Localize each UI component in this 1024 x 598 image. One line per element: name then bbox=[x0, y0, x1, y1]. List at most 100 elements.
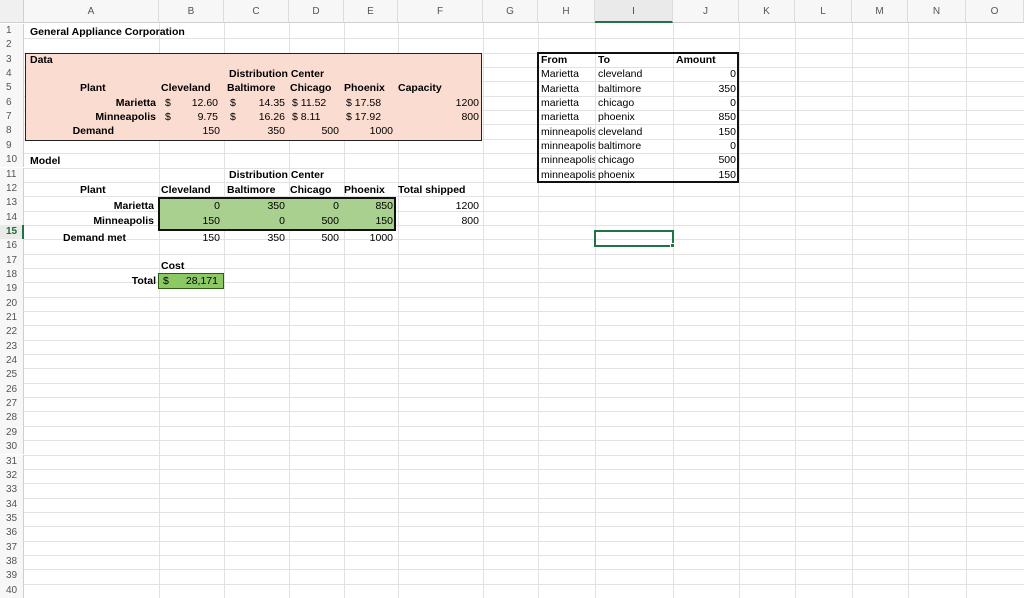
cell-j8[interactable]: 150 bbox=[676, 125, 736, 139]
cell-h4[interactable]: Marietta bbox=[541, 67, 595, 81]
row-header-3[interactable]: 3 bbox=[0, 52, 24, 68]
row-header-31[interactable]: 31 bbox=[0, 454, 24, 469]
column-header-o[interactable]: O bbox=[966, 0, 1024, 23]
cell-c14[interactable]: 0 bbox=[224, 214, 285, 228]
cell-e13[interactable]: 850 bbox=[342, 199, 393, 213]
cell-h6[interactable]: marietta bbox=[541, 96, 595, 110]
cell-j6[interactable]: 0 bbox=[676, 96, 736, 110]
cell-c5[interactable]: Baltimore bbox=[227, 81, 287, 95]
cell-a3[interactable]: Data bbox=[30, 53, 90, 67]
cell-d5[interactable]: Chicago bbox=[290, 81, 340, 95]
column-header-b[interactable]: B bbox=[159, 0, 224, 23]
column-header-k[interactable]: K bbox=[739, 0, 795, 23]
cell-a13[interactable]: Marietta bbox=[60, 199, 154, 213]
row-header-21[interactable]: 21 bbox=[0, 311, 24, 326]
cell-c15[interactable]: 350 bbox=[224, 231, 285, 245]
cell-b15[interactable]: 150 bbox=[160, 231, 220, 245]
cell-j11[interactable]: 150 bbox=[676, 168, 736, 182]
column-header-e[interactable]: E bbox=[344, 0, 398, 23]
column-header-j[interactable]: J bbox=[673, 0, 739, 23]
row-header-33[interactable]: 33 bbox=[0, 483, 24, 498]
column-header-h[interactable]: H bbox=[538, 0, 595, 23]
cell-a14[interactable]: Minneapolis bbox=[50, 214, 154, 228]
cell-e6[interactable]: $ 17.58 bbox=[346, 96, 396, 110]
row-header-34[interactable]: 34 bbox=[0, 497, 24, 512]
cell-f13[interactable]: 1200 bbox=[420, 199, 479, 213]
row-header-16[interactable]: 16 bbox=[0, 239, 24, 254]
row-header-19[interactable]: 19 bbox=[0, 282, 24, 297]
cell-b7[interactable]: 9.75 bbox=[176, 110, 218, 124]
cell-h7[interactable]: marietta bbox=[541, 110, 595, 124]
cell-d12[interactable]: Chicago bbox=[290, 183, 340, 197]
cell-b17[interactable]: Cost bbox=[161, 259, 221, 273]
cell-a10[interactable]: Model bbox=[30, 154, 90, 168]
column-header-c[interactable]: C bbox=[224, 0, 289, 23]
row-header-6[interactable]: 6 bbox=[0, 95, 24, 111]
cell-i11[interactable]: phoenix bbox=[598, 168, 670, 182]
row-header-2[interactable]: 2 bbox=[0, 38, 24, 53]
cell-b6[interactable]: 12.60 bbox=[176, 96, 218, 110]
active-cell-selection[interactable] bbox=[594, 230, 674, 247]
row-header-14[interactable]: 14 bbox=[0, 210, 24, 225]
cell-h11[interactable]: minneapolis bbox=[541, 168, 595, 182]
cell-c11[interactable]: Distribution Center bbox=[229, 168, 349, 182]
row-header-4[interactable]: 4 bbox=[0, 67, 24, 82]
row-header-35[interactable]: 35 bbox=[0, 511, 24, 527]
row-header-10[interactable]: 10 bbox=[0, 153, 24, 168]
cell-a1[interactable]: General Appliance Corporation bbox=[30, 25, 230, 39]
row-header-9[interactable]: 9 bbox=[0, 138, 24, 154]
cell-d14[interactable]: 500 bbox=[288, 214, 339, 228]
cell-d13[interactable]: 0 bbox=[288, 199, 339, 213]
cell-e14[interactable]: 150 bbox=[342, 214, 393, 228]
cell-a7[interactable]: Minneapolis bbox=[50, 110, 156, 124]
cell-h8[interactable]: minneapolis bbox=[541, 125, 595, 139]
cell-e8[interactable]: 1000 bbox=[342, 124, 393, 138]
row-header-40[interactable]: 40 bbox=[0, 583, 24, 598]
cell-i10[interactable]: chicago bbox=[598, 153, 670, 167]
cell-f7[interactable]: 800 bbox=[420, 110, 479, 124]
cell-f14[interactable]: 800 bbox=[420, 214, 479, 228]
cell-f5[interactable]: Capacity bbox=[398, 81, 458, 95]
row-header-30[interactable]: 30 bbox=[0, 440, 24, 455]
cell-b12[interactable]: Cleveland bbox=[161, 183, 221, 197]
cell-b5[interactable]: Cleveland bbox=[161, 81, 221, 95]
row-header-8[interactable]: 8 bbox=[0, 124, 24, 139]
cell-i6[interactable]: chicago bbox=[598, 96, 670, 110]
cell-j10[interactable]: 500 bbox=[676, 153, 736, 167]
cell-c7[interactable]: 16.26 bbox=[242, 110, 285, 124]
row-header-23[interactable]: 23 bbox=[0, 339, 24, 355]
column-header-n[interactable]: N bbox=[908, 0, 966, 23]
cell-i5[interactable]: baltimore bbox=[598, 82, 670, 96]
row-header-12[interactable]: 12 bbox=[0, 181, 24, 197]
cell-h3[interactable]: From bbox=[541, 53, 593, 67]
row-header-15[interactable]: 15 bbox=[0, 224, 24, 240]
cell-b14[interactable]: 150 bbox=[160, 214, 220, 228]
row-header-24[interactable]: 24 bbox=[0, 354, 24, 369]
cell-j9[interactable]: 0 bbox=[676, 139, 736, 153]
cell-d7[interactable]: $ 8.11 bbox=[292, 110, 342, 124]
cell-f12[interactable]: Total shipped bbox=[398, 183, 478, 197]
cell-e15[interactable]: 1000 bbox=[342, 231, 393, 245]
row-header-20[interactable]: 20 bbox=[0, 296, 24, 311]
cell-b13[interactable]: 0 bbox=[160, 199, 220, 213]
cell-c6[interactable]: 14.35 bbox=[242, 96, 285, 110]
cell-i4[interactable]: cleveland bbox=[598, 67, 670, 81]
cell-a8[interactable]: Demand bbox=[60, 124, 114, 138]
cell-f6[interactable]: 1200 bbox=[420, 96, 479, 110]
cell-a12[interactable]: Plant bbox=[80, 183, 120, 197]
cell-j7[interactable]: 850 bbox=[676, 110, 736, 124]
row-header-37[interactable]: 37 bbox=[0, 540, 24, 555]
cell-e12[interactable]: Phoenix bbox=[344, 183, 394, 197]
cell-i3[interactable]: To bbox=[598, 53, 670, 67]
column-header-g[interactable]: G bbox=[483, 0, 538, 23]
select-all-corner[interactable] bbox=[0, 0, 24, 23]
cell-c13[interactable]: 350 bbox=[224, 199, 285, 213]
row-header-29[interactable]: 29 bbox=[0, 425, 24, 441]
cell-d15[interactable]: 500 bbox=[288, 231, 339, 245]
cell-a18[interactable]: Total bbox=[100, 274, 156, 288]
column-header-f[interactable]: F bbox=[398, 0, 483, 23]
cell-c12[interactable]: Baltimore bbox=[227, 183, 287, 197]
row-header-1[interactable]: 1 bbox=[0, 24, 24, 39]
cell-e7[interactable]: $ 17.92 bbox=[346, 110, 396, 124]
cell-i7[interactable]: phoenix bbox=[598, 110, 670, 124]
